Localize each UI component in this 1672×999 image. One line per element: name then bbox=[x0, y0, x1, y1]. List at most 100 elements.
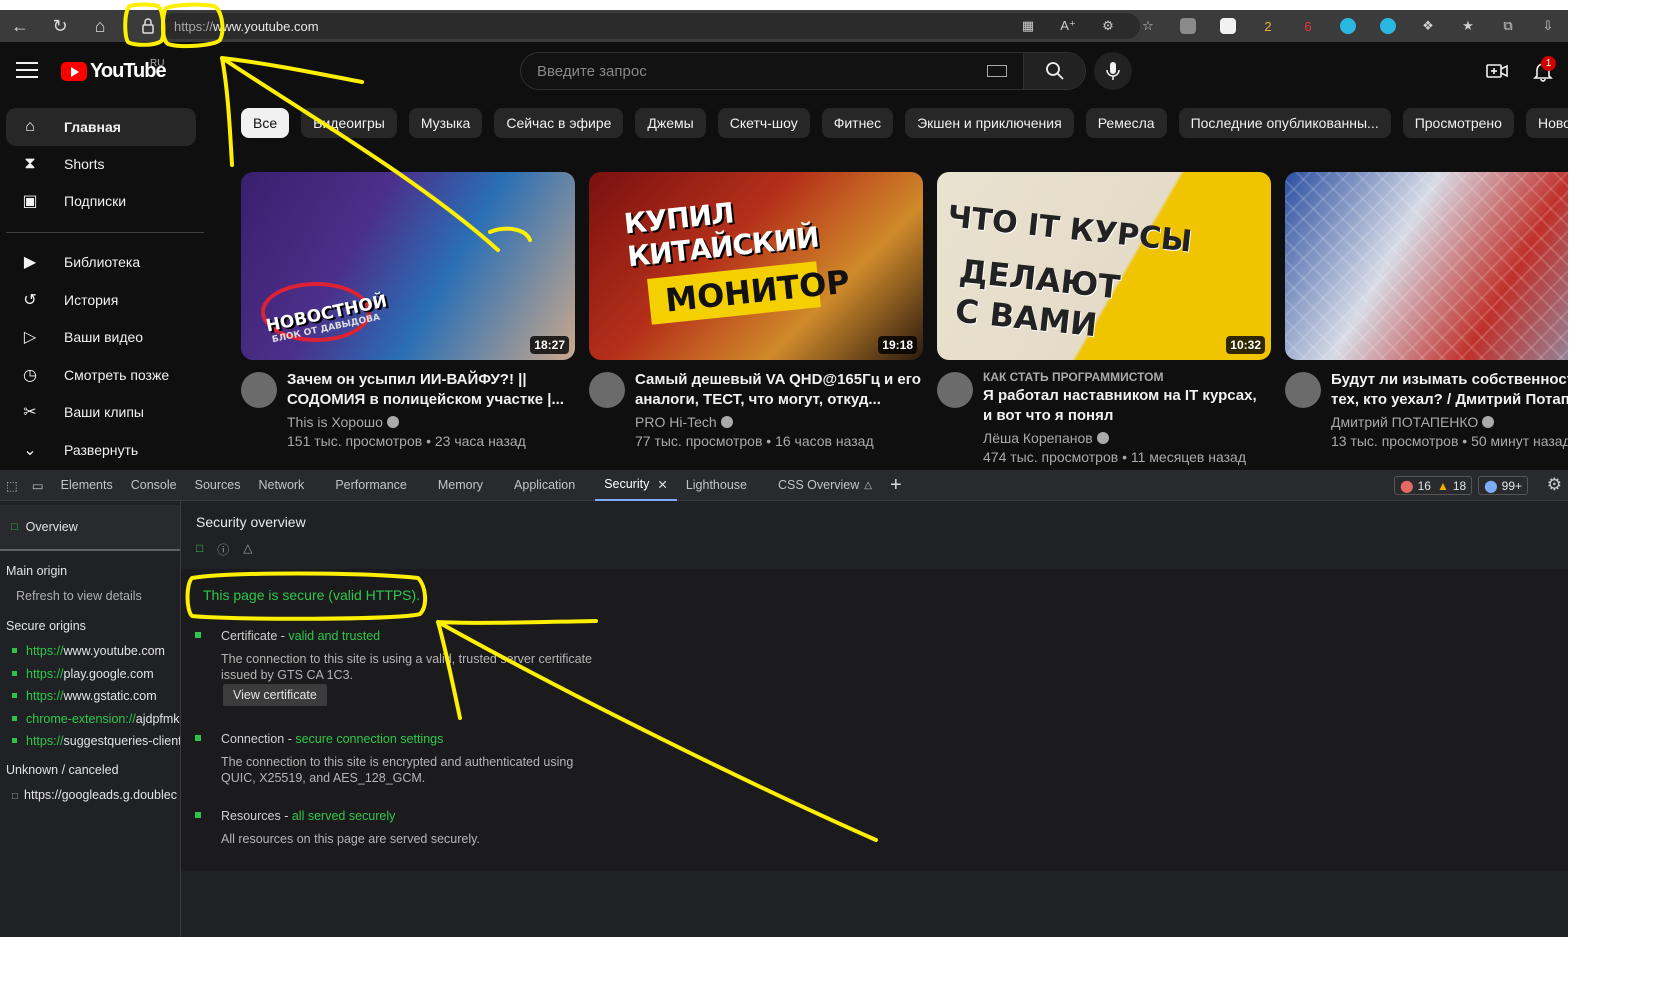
address-bar[interactable]: https://www.youtube.com bbox=[160, 13, 1140, 39]
weather-ext-icon[interactable]: 2 bbox=[1248, 10, 1288, 42]
tab-elements[interactable]: Elements bbox=[52, 470, 122, 501]
verified-icon bbox=[386, 416, 399, 428]
channel-avatar[interactable] bbox=[937, 372, 973, 408]
chip[interactable]: Экшен и приключения bbox=[905, 108, 1074, 138]
video-card[interactable]: НОВОСТНОЙ БЛОК ОТ ДАВЫДОВА 18:27 Зачем о… bbox=[241, 172, 575, 449]
video-thumbnail[interactable]: ЧТО IT КУРСЫ ДЕЛАЮТ С ВАМИ 10:32 bbox=[937, 172, 1271, 360]
search-input[interactable]: Введите запрос bbox=[521, 53, 987, 89]
video-thumbnail[interactable] bbox=[1285, 172, 1568, 360]
sidebar-item-label: Ваши видео bbox=[64, 329, 144, 345]
chip[interactable]: Последние опубликованны... bbox=[1178, 108, 1391, 138]
video-card[interactable]: ЧТО IT КУРСЫ ДЕЛАЮТ С ВАМИ 10:32 КАК СТА… bbox=[937, 172, 1271, 465]
more-tabs-plus-icon[interactable]: + bbox=[881, 470, 911, 501]
channel-avatar[interactable] bbox=[589, 372, 625, 408]
home-icon[interactable]: ⌂ bbox=[80, 10, 120, 42]
issues-counter[interactable]: ⬤ 99+ bbox=[1478, 476, 1528, 495]
channel-name[interactable]: Дмитрий ПОТАПЕНКО bbox=[1331, 414, 1568, 430]
ext-badge-b: 6 bbox=[1304, 18, 1312, 34]
app-available-icon[interactable]: ▦ bbox=[1008, 10, 1048, 42]
sidebar-item-clips[interactable]: ✂ Ваши клипы bbox=[6, 393, 196, 431]
origin-item[interactable]: https://www.gstatic.com bbox=[12, 689, 157, 703]
connection-status: secure connection settings bbox=[295, 732, 444, 746]
video-title[interactable]: Будут ли изымать собственность у тех, кт… bbox=[1331, 370, 1568, 410]
sidebar-item-home[interactable]: ⌂ Главная bbox=[6, 108, 196, 146]
voice-search-button[interactable] bbox=[1094, 52, 1132, 90]
keyboard-icon[interactable] bbox=[987, 65, 1007, 77]
view-certificate-button[interactable]: View certificate bbox=[223, 684, 327, 706]
sidebar-item-shorts[interactable]: ⧗ Shorts bbox=[6, 145, 196, 183]
chat-ext-2-icon[interactable] bbox=[1368, 10, 1408, 42]
video-title[interactable]: Я работал наставником на IT курсах, и во… bbox=[983, 386, 1269, 426]
tab-security[interactable]: Security ✕ bbox=[595, 470, 677, 501]
reload-icon[interactable]: ↻ bbox=[40, 10, 80, 42]
secure-dot-icon bbox=[12, 648, 17, 653]
read-aloud-icon[interactable]: A⁺ bbox=[1048, 10, 1088, 42]
sidebar-item-subscriptions[interactable]: ▣ Подписки bbox=[6, 182, 196, 220]
video-title[interactable]: Зачем он усыпил ИИ-ВАЙФУ?! || СОДОМИЯ в … bbox=[287, 370, 573, 410]
tab-sources[interactable]: Sources bbox=[186, 470, 250, 501]
video-card[interactable]: КУПИЛ КИТАЙСКИЙ МОНИТОР 19:18 Самый деше… bbox=[589, 172, 923, 449]
chip[interactable]: Скетч-шоу bbox=[717, 108, 810, 138]
channel-avatar[interactable] bbox=[241, 372, 277, 408]
chip[interactable]: Ремесла bbox=[1085, 108, 1167, 138]
bookmark-ext-icon[interactable] bbox=[1208, 10, 1248, 42]
favorites-icon[interactable]: ★ bbox=[1448, 10, 1488, 42]
search-button[interactable] bbox=[1023, 53, 1085, 89]
tab-lighthouse[interactable]: Lighthouse bbox=[677, 470, 769, 501]
chip[interactable]: Джемы bbox=[635, 108, 706, 138]
tab-css-overview[interactable]: CSS Overview △ bbox=[769, 470, 881, 501]
collections-icon[interactable]: ⧉ bbox=[1488, 10, 1528, 42]
chip-all[interactable]: Все bbox=[241, 108, 290, 138]
sidebar-item-library[interactable]: ▶ Библиотека bbox=[6, 243, 196, 281]
devtools-settings-gear-icon[interactable]: ⚙ bbox=[1547, 475, 1562, 495]
site-info-lock-icon[interactable] bbox=[138, 16, 158, 36]
origin-item[interactable]: □ https://googleads.g.doublec bbox=[12, 788, 180, 802]
channel-avatar[interactable] bbox=[1285, 372, 1321, 408]
sidebar-item-your-videos[interactable]: ▷ Ваши видео bbox=[6, 318, 196, 356]
chip[interactable]: Сейчас в эфире bbox=[494, 108, 624, 138]
channel-name[interactable]: PRO Hi-Tech bbox=[635, 414, 921, 430]
chat-ext-icon[interactable] bbox=[1328, 10, 1368, 42]
security-panel: Security overview □ ⓘ △ This page is sec… bbox=[181, 501, 1568, 937]
sidebar-item-overview[interactable]: □ Overview bbox=[0, 505, 180, 551]
ublock-ext-icon[interactable]: 6 bbox=[1288, 10, 1328, 42]
inspect-element-icon[interactable]: ⬚ bbox=[0, 470, 24, 501]
channel-name[interactable]: This is Хорошо bbox=[287, 414, 573, 430]
tab-memory[interactable]: Memory bbox=[429, 470, 505, 501]
channel-name[interactable]: Лёша Корепанов bbox=[983, 430, 1269, 446]
create-video-icon[interactable] bbox=[1486, 60, 1508, 82]
sidebar-item-history[interactable]: ↺ История bbox=[6, 281, 196, 319]
chip[interactable]: Новое для вас bbox=[1525, 108, 1568, 138]
origin-item[interactable]: https://suggestqueries-client bbox=[12, 734, 180, 748]
video-card[interactable]: Будут ли изымать собственность у тех, кт… bbox=[1285, 172, 1568, 449]
tab-console[interactable]: Console bbox=[122, 470, 186, 501]
add-favorite-icon[interactable]: ☆ bbox=[1128, 10, 1168, 42]
sidebar-item-expand[interactable]: ⌄ Развернуть bbox=[6, 431, 196, 469]
close-tab-icon[interactable]: ✕ bbox=[657, 477, 667, 492]
tab-application[interactable]: Application bbox=[505, 470, 595, 501]
video-thumbnail[interactable]: КУПИЛ КИТАЙСКИЙ МОНИТОР 19:18 bbox=[589, 172, 923, 360]
errors-counter[interactable]: ⬤ 16 ▲ 18 bbox=[1394, 476, 1473, 495]
video-thumbnail[interactable]: НОВОСТНОЙ БЛОК ОТ ДАВЫДОВА 18:27 bbox=[241, 172, 575, 360]
extensions-icon[interactable]: ❖ bbox=[1408, 10, 1448, 42]
video-title[interactable]: Самый дешевый VA QHD@165Гц и его аналоги… bbox=[635, 370, 921, 410]
chip[interactable]: Просмотрено bbox=[1402, 108, 1514, 138]
sidebar-item-watch-later[interactable]: ◷ Смотреть позже bbox=[6, 356, 196, 394]
downloads-icon[interactable]: ⇩ bbox=[1528, 10, 1568, 42]
device-toolbar-icon[interactable]: ▭ bbox=[24, 470, 52, 501]
chip[interactable]: Видеоигры bbox=[301, 108, 397, 138]
origin-item[interactable]: chrome-extension://ajdpfmk bbox=[12, 712, 180, 726]
origin-item[interactable]: https://www.youtube.com bbox=[12, 644, 165, 658]
chip[interactable]: Фитнес bbox=[821, 108, 894, 138]
verified-icon bbox=[720, 416, 733, 428]
menu-icon[interactable] bbox=[16, 62, 38, 78]
back-icon[interactable]: ← bbox=[0, 10, 40, 42]
tab-network[interactable]: Network bbox=[249, 470, 326, 501]
tab-performance[interactable]: Performance bbox=[326, 470, 429, 501]
sidebar-item-label: Главная bbox=[64, 119, 121, 135]
download-ext-icon[interactable] bbox=[1168, 10, 1208, 42]
tracking-prevention-icon[interactable]: ⚙ bbox=[1088, 10, 1128, 42]
chip[interactable]: Музыка bbox=[408, 108, 483, 138]
resources-description: All resources on this page are served se… bbox=[221, 832, 480, 846]
origin-item[interactable]: https://play.google.com bbox=[12, 667, 154, 681]
